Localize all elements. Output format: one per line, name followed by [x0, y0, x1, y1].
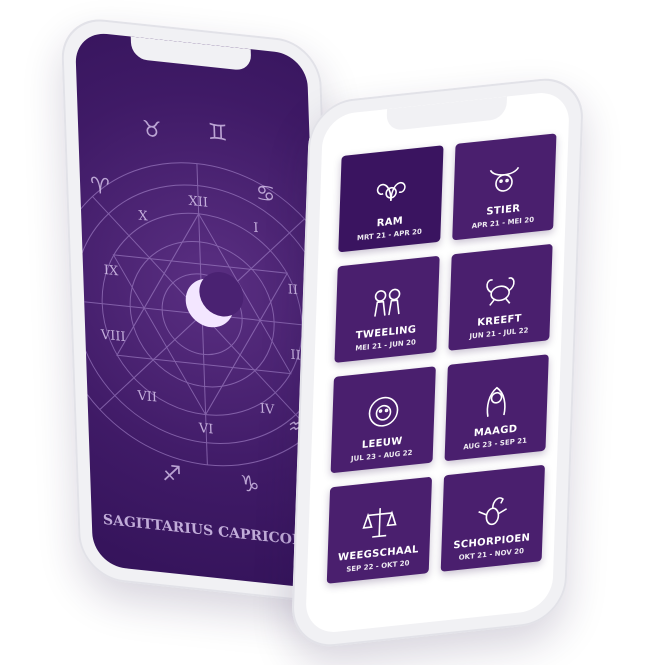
sign-card-kreeft[interactable]: KREEFT JUN 21 - JUL 22 — [447, 243, 553, 351]
leo-icon — [368, 396, 399, 427]
libra-icon — [362, 508, 397, 538]
cancer-icon — [486, 277, 515, 306]
taurus-icon — [490, 166, 520, 192]
svg-text:X: X — [138, 208, 148, 224]
signs-screen: RAM MRT 21 - APR 20 STIER APR 21 - MEI 2… — [305, 89, 570, 636]
svg-text:IV: IV — [260, 401, 276, 418]
svg-text:♊: ♊ — [207, 119, 228, 147]
sign-card-leeuw[interactable]: LEEUW JUL 23 - AUG 22 — [330, 366, 436, 474]
svg-text:VII: VII — [136, 388, 157, 405]
sign-name: MAAGD — [473, 423, 518, 440]
sign-card-schorpioen[interactable]: SCHORPIOEN OKT 21 - NOV 20 — [440, 464, 545, 572]
notch — [385, 96, 507, 132]
svg-text:♈: ♈ — [90, 172, 111, 200]
sign-card-stier[interactable]: STIER APR 21 - MEI 20 — [451, 133, 557, 241]
svg-text:♐: ♐ — [162, 460, 183, 488]
phone-front: RAM MRT 21 - APR 20 STIER APR 21 - MEI 2… — [290, 74, 585, 651]
aries-icon — [376, 181, 406, 201]
sign-card-tweeling[interactable]: TWEELING MEI 21 - JUN 20 — [334, 255, 440, 363]
sign-card-ram[interactable]: RAM MRT 21 - APR 20 — [338, 145, 444, 253]
sign-name: STIER — [486, 203, 521, 218]
svg-text:♑: ♑ — [240, 470, 261, 498]
svg-text:XII: XII — [188, 194, 208, 211]
sign-grid: RAM MRT 21 - APR 20 STIER APR 21 - MEI 2… — [326, 133, 557, 584]
sign-name: RAM — [376, 215, 404, 230]
sign-card-weegschaal[interactable]: WEEGSCHAAL SEP 22 - OKT 20 — [326, 476, 432, 584]
svg-text:VI: VI — [198, 421, 214, 438]
svg-text:IX: IX — [104, 263, 120, 280]
svg-text:II: II — [288, 282, 299, 298]
svg-text:♋: ♋ — [255, 180, 276, 208]
svg-text:♉: ♉ — [142, 116, 163, 144]
virgo-icon — [486, 386, 506, 417]
ring-text: SAGITTARIUS CAPRICORN — [103, 512, 317, 551]
zodiac-wheel: XII I II III IV VI VII VIII IX X ♉ ♊ ♋ ♈… — [74, 116, 326, 551]
sign-dates: MRT 21 - APR 20 — [356, 227, 422, 243]
zodiac-wheel-screen: XII I II III IV VI VII VIII IX X ♉ ♊ ♋ ♈… — [74, 30, 326, 590]
sign-name: LEEUW — [361, 435, 403, 452]
sign-dates: JUL 23 - AUG 22 — [350, 448, 413, 464]
svg-text:I: I — [253, 221, 259, 237]
gemini-icon — [373, 288, 401, 317]
scorpio-icon — [478, 497, 508, 526]
sign-card-maagd[interactable]: MAAGD AUG 23 - SEP 21 — [444, 354, 549, 462]
svg-text:VIII: VIII — [100, 327, 126, 345]
sign-dates: APR 21 - MEI 20 — [471, 215, 535, 231]
sign-name: KREEFT — [476, 313, 522, 329]
